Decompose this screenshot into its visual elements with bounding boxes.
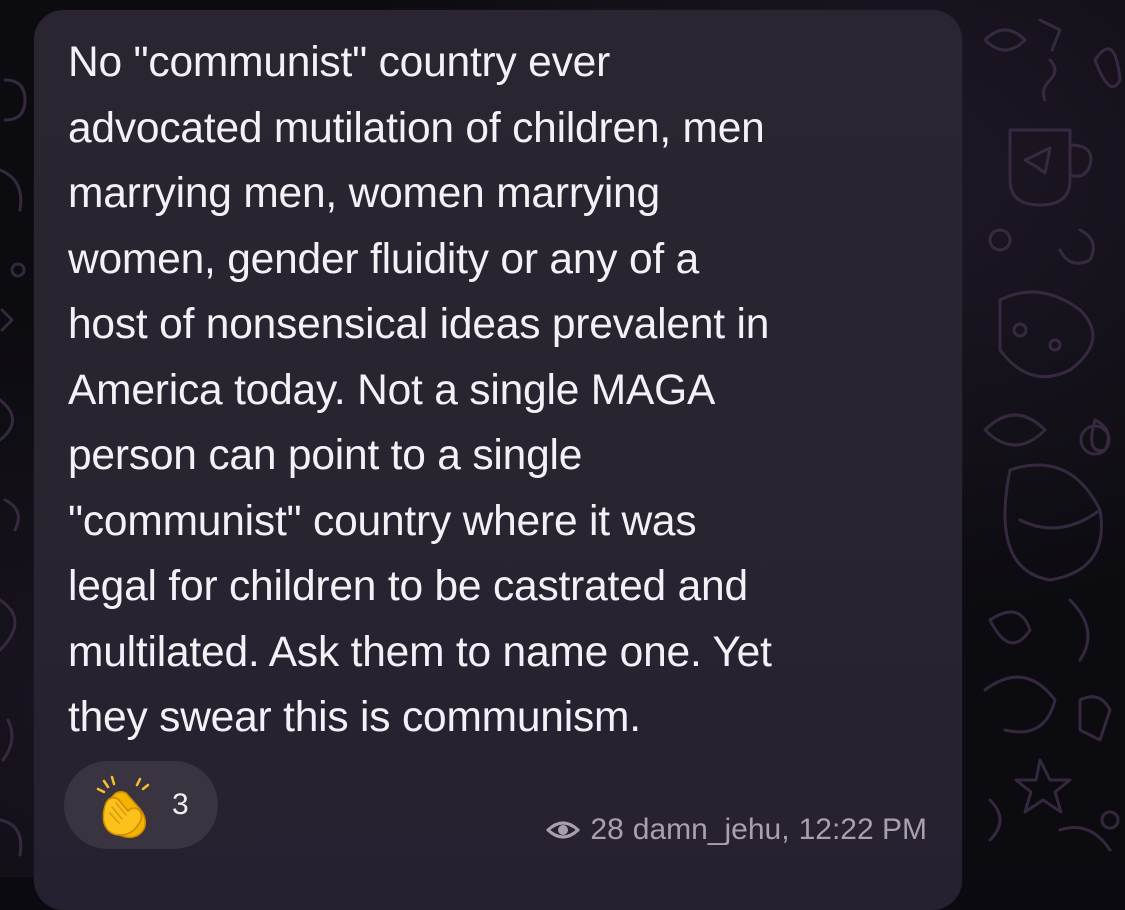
eye-icon xyxy=(546,821,581,839)
reaction-chip[interactable]: 3 xyxy=(64,761,218,849)
message-text: No "communist" country ever advocated mu… xyxy=(68,39,772,741)
author-name: damn_jehu, xyxy=(632,813,790,846)
message-meta: 28 damn_jehu, 12:22 PM xyxy=(546,812,927,848)
reaction-count: 3 xyxy=(172,788,189,821)
view-count: 28 xyxy=(590,813,624,846)
message-time: 12:22 PM xyxy=(798,813,927,846)
clapping-hands-icon xyxy=(96,775,150,839)
